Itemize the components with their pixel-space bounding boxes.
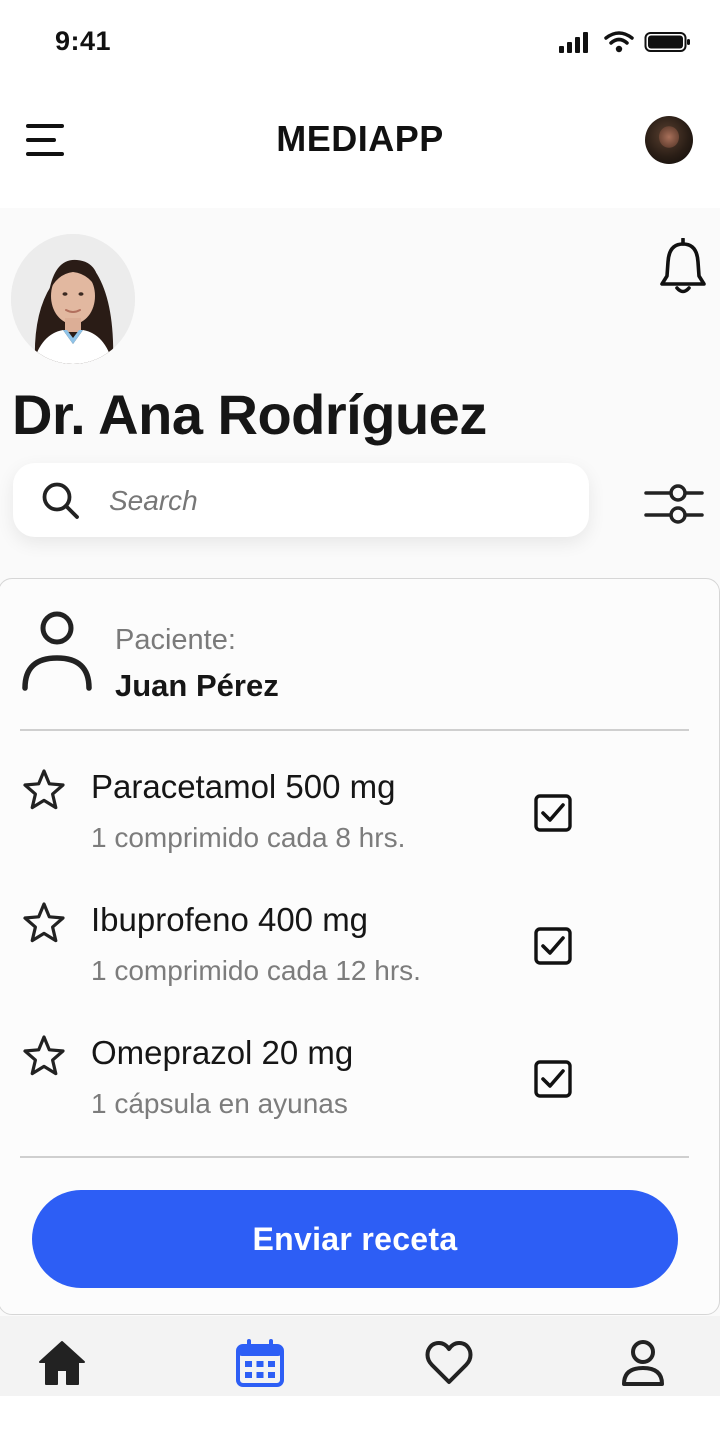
bell-icon — [660, 237, 706, 294]
header-avatar[interactable] — [645, 116, 693, 164]
bottom-navigation — [0, 1316, 720, 1396]
checkbox-checked-icon[interactable] — [534, 794, 572, 832]
top-app-bar: MEDIAPP — [0, 88, 720, 208]
medication-name: Paracetamol 500 mg — [91, 768, 396, 805]
heart-icon — [425, 1341, 473, 1384]
notification-button[interactable] — [658, 237, 708, 296]
search-bar[interactable] — [13, 463, 589, 537]
filter-button[interactable] — [644, 481, 704, 527]
status-bar: 9:41 — [0, 0, 720, 88]
checkbox-checked-icon[interactable] — [534, 927, 572, 965]
divider — [20, 729, 689, 731]
patient-icon — [22, 611, 92, 691]
divider — [20, 1156, 689, 1158]
nav-profile[interactable] — [618, 1338, 668, 1388]
star-icon[interactable] — [22, 901, 66, 945]
nav-home[interactable] — [37, 1338, 87, 1388]
star-icon[interactable] — [22, 768, 66, 812]
send-prescription-button[interactable]: Enviar receta — [32, 1190, 678, 1288]
home-indicator-area — [0, 1396, 720, 1447]
doctor-avatar — [11, 234, 135, 364]
nav-calendar[interactable] — [235, 1338, 285, 1388]
medication-dose: 1 comprimido cada 12 hrs. — [91, 955, 421, 986]
nav-favorites[interactable] — [424, 1338, 474, 1388]
battery-icon — [644, 32, 690, 52]
search-icon — [42, 482, 79, 519]
signal-icon — [559, 32, 588, 53]
sliders-icon — [644, 484, 704, 524]
medication-name: Ibuprofeno 400 mg — [91, 901, 369, 938]
checkbox-checked-icon[interactable] — [534, 1060, 572, 1098]
wifi-icon — [604, 31, 634, 53]
medication-name: Omeprazol 20 mg — [91, 1034, 354, 1071]
doctor-name: Dr. Ana Rodríguez — [12, 383, 487, 446]
app-title: MEDIAPP — [276, 118, 444, 159]
doctor-photo — [11, 234, 135, 364]
patient-label: Paciente: — [115, 624, 236, 656]
star-icon[interactable] — [22, 1034, 66, 1078]
status-time: 9:41 — [55, 26, 112, 56]
home-icon — [39, 1341, 85, 1385]
status-icons — [558, 30, 692, 54]
user-icon — [622, 1340, 664, 1386]
medication-dose: 1 comprimido cada 8 hrs. — [91, 822, 406, 853]
search-input[interactable] — [107, 477, 571, 525]
patient-name: Juan Pérez — [115, 668, 279, 703]
calendar-icon — [236, 1339, 284, 1387]
medication-dose: 1 cápsula en ayunas — [91, 1088, 348, 1119]
